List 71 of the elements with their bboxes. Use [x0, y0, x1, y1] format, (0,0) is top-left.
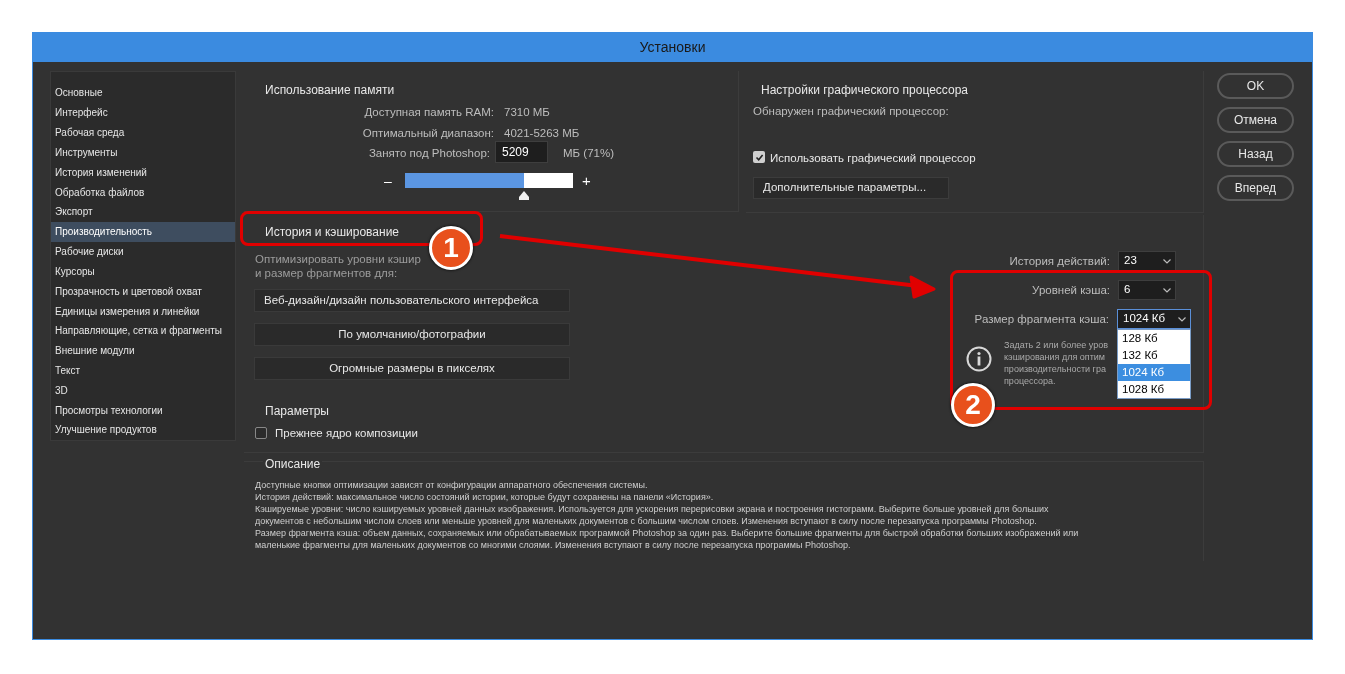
- sidebar-item[interactable]: Производительность: [51, 221, 235, 242]
- description-text: документов с небольшим числом слоев или меньше уровней для маленьких документов с большим числом слоев. Изменения вступают в силу после перезапуска программы Photoshop.: [255, 515, 1037, 527]
- chevron-icon: [1163, 287, 1171, 293]
- section-title: Параметры: [265, 403, 329, 420]
- field-label: Оптимальный диапазон:: [361, 126, 494, 141]
- sidebar-item[interactable]: Рабочая среда: [51, 122, 235, 143]
- sidebar-item[interactable]: Прозрачность и цветовой охват: [51, 281, 235, 302]
- preset-button[interactable]: Веб-дизайн/дизайн пользовательского интерфейса: [254, 289, 570, 312]
- field-label: Размер фрагмента кэша:: [973, 312, 1109, 327]
- slider-thumb[interactable]: [519, 191, 530, 200]
- info-icon: [966, 346, 992, 372]
- sidebar-item[interactable]: История изменений: [51, 162, 235, 183]
- section-title: Настройки графического процессора: [761, 82, 968, 99]
- sidebar-item[interactable]: Курсоры: [51, 261, 235, 282]
- info-text: кэширования для оптим: [1004, 351, 1106, 363]
- checkbox[interactable]: [753, 151, 765, 163]
- dropdown-option[interactable]: 1028 Кб: [1118, 381, 1190, 398]
- sidebar-item[interactable]: Интерфейс: [51, 102, 235, 123]
- advanced-button[interactable]: Дополнительные параметры...: [753, 177, 949, 199]
- field-unit: МБ (71%): [563, 146, 614, 161]
- sidebar-item[interactable]: Обработка файлов: [51, 182, 235, 202]
- chevron-icon: [1178, 316, 1186, 322]
- description-text: Размер фрагмента кэша: объем данных, сохраняемых или обрабатываемых программой Photoshop за один раз. Выберите большие фрагменты для быстрой обработки больших изображений или: [255, 527, 1079, 539]
- hint-text: Оптимизировать уровни кэшир: [255, 252, 421, 267]
- field-label: История действий:: [1008, 254, 1110, 269]
- sidebar-item[interactable]: Улучшение продуктов: [51, 420, 235, 440]
- sidebar-item[interactable]: Просмотры технологии: [51, 400, 235, 421]
- minus-button[interactable]: –: [384, 174, 392, 188]
- checkbox[interactable]: [255, 427, 267, 439]
- dropdown[interactable]: 1024 Кб: [1117, 309, 1191, 329]
- sidebar-item[interactable]: Инструменты: [51, 142, 235, 163]
- dropdown[interactable]: 23: [1118, 251, 1176, 271]
- sidebar-item[interactable]: Текст: [51, 360, 235, 381]
- description-text: История действий: максимальное число состояний истории, которые будут сохранены на панели «История».: [255, 491, 714, 503]
- field-label: Занято под Photoshop:: [367, 146, 490, 161]
- section-title: История и кэширование: [265, 224, 399, 241]
- description-text: маленькие фрагменты для маленьких документов со многими слоями. Изменения вступают в силу после перезапуска программы Photoshop.: [255, 539, 851, 551]
- sidebar-item[interactable]: Экспорт: [51, 201, 235, 222]
- chevron-icon: [1163, 258, 1171, 264]
- field-label: Доступная память RAM:: [363, 105, 494, 120]
- info-text: процессора.: [1004, 375, 1056, 387]
- dropdown-option[interactable]: 132 Кб: [1118, 347, 1190, 364]
- field-value: 7310 МБ: [504, 105, 550, 120]
- description-text: Кэшируемые уровни: число кэшируемых уровней данных изображения. Используется для ускорения перерисовки экрана и построения гистограмм. Выберите больше уровней для больших: [255, 503, 1049, 515]
- window-title: Установки: [639, 38, 706, 57]
- field-value: 4021-5263 МБ: [504, 126, 580, 141]
- info-text: производительности гра: [1004, 363, 1106, 375]
- checkbox-label: Прежнее ядро композиции: [275, 426, 418, 441]
- sidebar-item[interactable]: Рабочие диски: [51, 241, 235, 262]
- checkbox-label: Использовать графический процессор: [770, 151, 976, 166]
- dialog-button[interactable]: Вперед: [1217, 175, 1294, 201]
- preset-button[interactable]: Огромные размеры в пикселях: [254, 357, 570, 380]
- dialog-button[interactable]: OK: [1217, 73, 1294, 99]
- preset-button[interactable]: По умолчанию/фотографии: [254, 323, 570, 346]
- section-title: Использование памяти: [265, 82, 395, 99]
- dialog-button[interactable]: Назад: [1217, 141, 1294, 167]
- dialog-button[interactable]: Отмена: [1217, 107, 1294, 133]
- hint-text: и размер фрагментов для:: [255, 266, 398, 281]
- dropdown-option[interactable]: 128 Кб: [1118, 330, 1190, 347]
- field-label: Уровней кэша:: [1031, 283, 1110, 298]
- memory-input[interactable]: 5209: [495, 141, 548, 163]
- sidebar-item[interactable]: 3D: [51, 380, 235, 401]
- sidebar-item[interactable]: Внешние модули: [51, 340, 235, 361]
- plus-button[interactable]: +: [582, 174, 591, 188]
- sidebar-item[interactable]: Единицы измерения и линейки: [51, 301, 235, 321]
- info-text: Задать 2 или более уров: [1004, 339, 1109, 351]
- sidebar-item[interactable]: Направляющие, сетка и фрагменты: [51, 320, 235, 341]
- status-text: Обнаружен графический процессор:: [753, 104, 949, 119]
- sidebar-item[interactable]: Основные: [51, 83, 235, 103]
- description-text: Доступные кнопки оптимизации зависят от конфигурации аппаратного обеспечения системы.: [255, 479, 648, 491]
- dropdown[interactable]: 6: [1118, 280, 1176, 300]
